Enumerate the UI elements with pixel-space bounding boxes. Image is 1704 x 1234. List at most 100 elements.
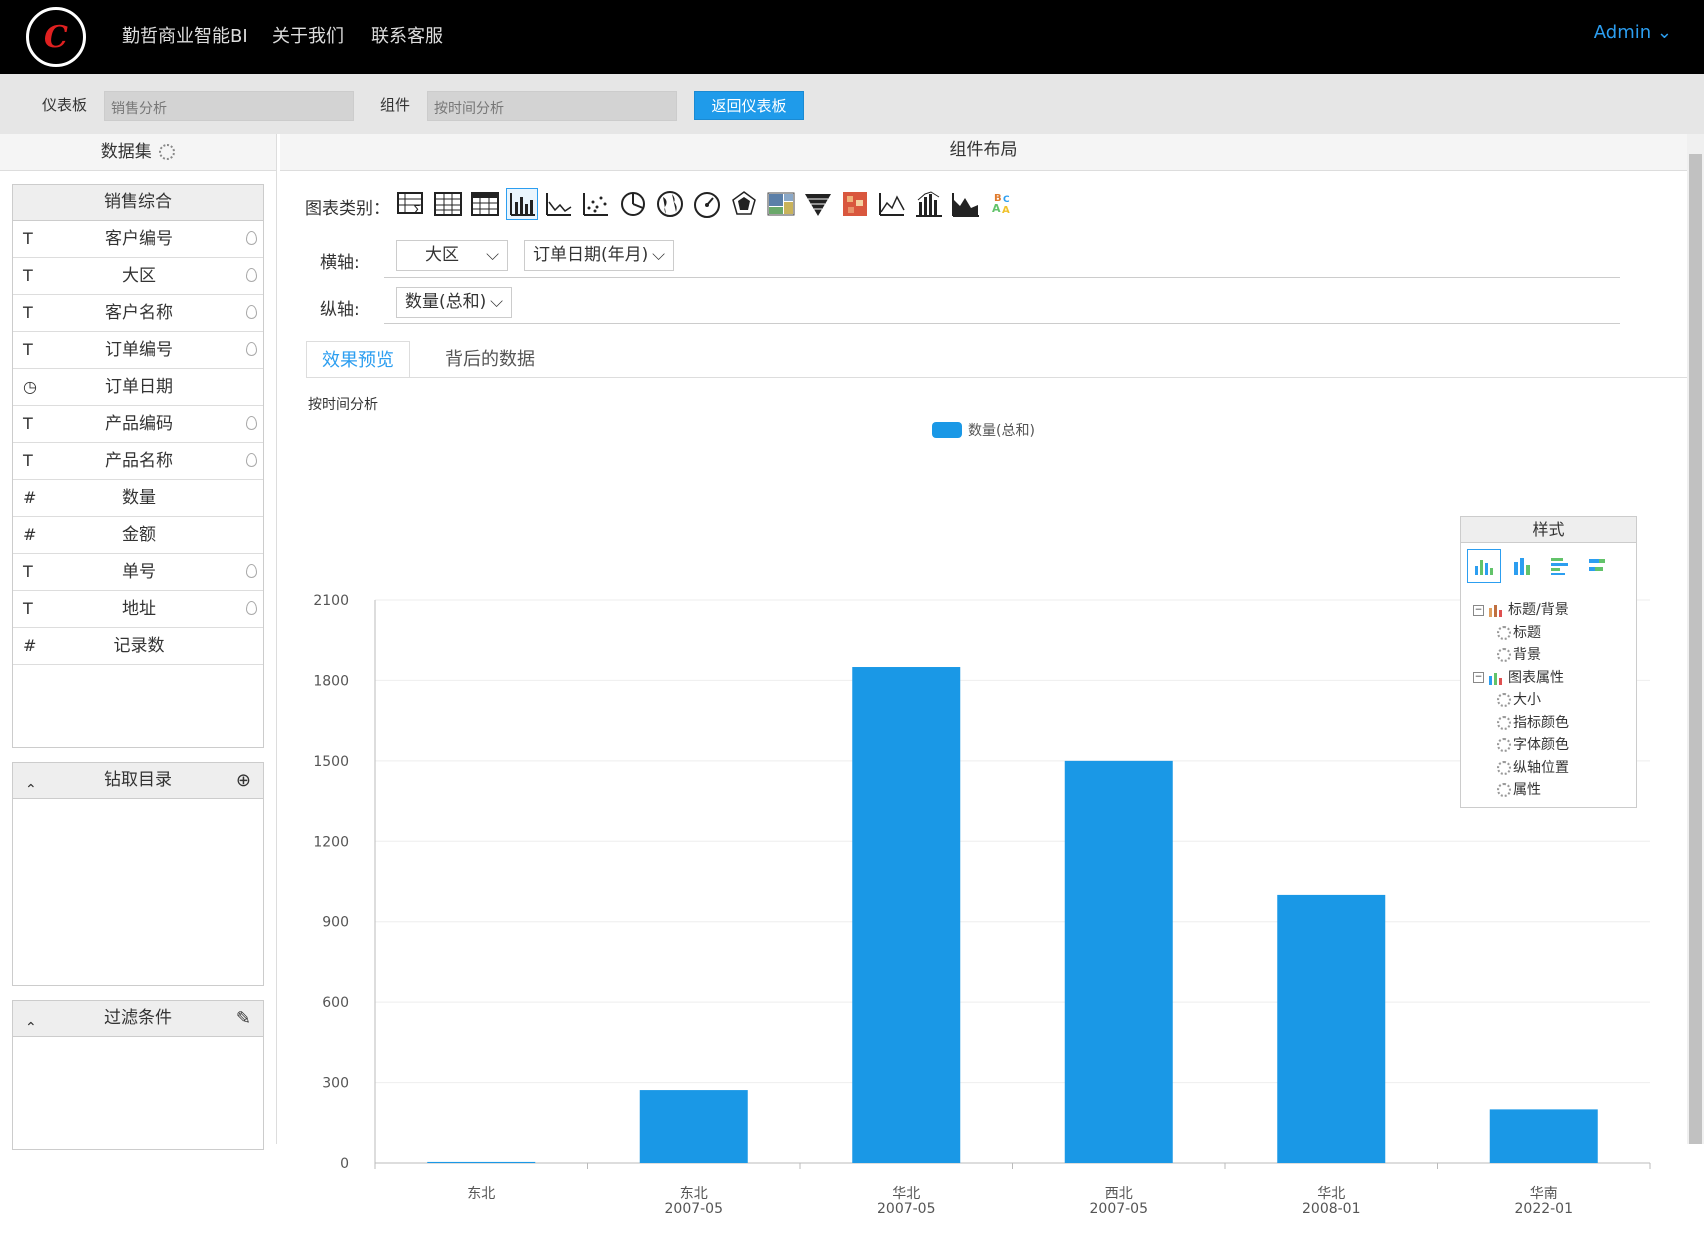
x-axis-field-2-text: 订单日期(年月): [533, 245, 649, 265]
y-tick-label: 1500: [313, 754, 349, 770]
x-tick-label: 华南 2022-01: [1515, 1186, 1574, 1217]
tree-node-item[interactable]: 字体颜色: [1473, 734, 1569, 757]
location-pin-icon[interactable]: [246, 564, 257, 578]
nav-item-about[interactable]: 关于我们: [272, 22, 344, 48]
x-axis-field-1[interactable]: 大区 ⌵: [396, 240, 508, 271]
pie-chart-icon[interactable]: [617, 188, 649, 220]
logo-text: C: [44, 19, 68, 55]
nav-item-contact[interactable]: 联系客服: [371, 22, 443, 48]
gear-icon: [1497, 693, 1511, 707]
field-row[interactable]: ◷ 订单日期: [13, 369, 263, 406]
location-pin-icon[interactable]: [246, 453, 257, 467]
tree-node-group[interactable]: − 标题/背景: [1473, 599, 1569, 622]
location-pin-icon[interactable]: [246, 268, 257, 282]
globe-map-icon[interactable]: [654, 188, 686, 220]
field-row[interactable]: T 地址: [13, 591, 263, 628]
dashboard-label: 仪表板: [42, 96, 88, 114]
field-name: 订单日期: [105, 377, 173, 397]
funnel-icon[interactable]: [802, 188, 834, 220]
logo[interactable]: C: [26, 7, 86, 67]
tree-node-item[interactable]: 背景: [1473, 644, 1569, 667]
component-label: 组件: [380, 96, 411, 114]
field-row[interactable]: T 客户名称: [13, 295, 263, 332]
line-chart-icon[interactable]: [543, 188, 575, 220]
bar-chart-icon[interactable]: [506, 188, 538, 220]
location-pin-icon[interactable]: [246, 342, 257, 356]
y-tick-label: 0: [340, 1156, 349, 1172]
scrollbar-thumb[interactable]: [1689, 154, 1702, 1144]
collapse-icon[interactable]: ⌃: [25, 1011, 37, 1046]
gear-icon: [1497, 715, 1511, 730]
location-pin-icon[interactable]: [246, 231, 257, 245]
field-row[interactable]: T 大区: [13, 258, 263, 295]
svg-text:Σ: Σ: [413, 203, 421, 217]
gauge-icon[interactable]: [691, 188, 723, 220]
tab-data[interactable]: 背后的数据: [430, 341, 550, 378]
location-pin-icon[interactable]: [246, 416, 257, 430]
location-pin-icon[interactable]: [246, 305, 257, 319]
grid-table-icon[interactable]: [432, 188, 464, 220]
tree-node-item[interactable]: 大小: [1473, 689, 1569, 712]
field-row[interactable]: T 产品名称: [13, 443, 263, 480]
scatter-chart-icon[interactable]: [580, 188, 612, 220]
tree-node-item[interactable]: 纵轴位置: [1473, 757, 1569, 780]
mixed-bar-icon[interactable]: [913, 188, 945, 220]
x-axis-field-2[interactable]: 订单日期(年月) ⌵: [524, 240, 674, 271]
field-row[interactable]: T 订单编号: [13, 332, 263, 369]
x-tick-label: 西北 2007-05: [1090, 1186, 1149, 1217]
user-menu[interactable]: Admin ⌄: [1594, 22, 1672, 43]
area-chart-icon[interactable]: [950, 188, 982, 220]
y-axis-field-1[interactable]: 数量(总和) ⌵: [396, 287, 512, 318]
component-input[interactable]: 按时间分析: [427, 91, 677, 121]
collapse-icon[interactable]: −: [1473, 604, 1484, 616]
field-row[interactable]: T 产品编码: [13, 406, 263, 443]
collapse-icon[interactable]: ⌃: [25, 773, 37, 808]
tree-node-item[interactable]: 指标颜色: [1473, 712, 1569, 735]
area-line-icon[interactable]: [876, 188, 908, 220]
field-row[interactable]: T 客户编号: [13, 221, 263, 258]
field-row[interactable]: # 数量: [13, 480, 263, 517]
svg-text:A: A: [992, 202, 1001, 215]
tree-item-label: 大小: [1513, 692, 1541, 708]
field-name: 订单编号: [105, 340, 173, 360]
horizontal-stacked-bar-icon[interactable]: [1581, 549, 1615, 583]
chevron-down-icon: ⌵: [490, 292, 503, 312]
bar: [639, 1090, 748, 1163]
chevron-down-icon: ⌵: [652, 245, 665, 265]
crosstab-icon[interactable]: Σ: [395, 188, 427, 220]
tree-item-label: 背景: [1513, 647, 1541, 663]
y-axis-label: 纵轴:: [320, 300, 360, 320]
drill-header: ⌃ 钻取目录 ⊕: [13, 763, 263, 799]
radar-icon[interactable]: [728, 188, 760, 220]
gear-icon[interactable]: [159, 144, 176, 160]
field-row[interactable]: # 记录数: [13, 628, 263, 665]
y-axis-divider: [384, 323, 1620, 324]
field-name: 记录数: [113, 636, 165, 656]
tree-node-group[interactable]: − 图表属性: [1473, 667, 1569, 690]
back-to-dashboard-button[interactable]: 返回仪表板: [694, 91, 804, 120]
bar: [1277, 894, 1386, 1163]
scrollbar[interactable]: [1687, 134, 1704, 1144]
field-row[interactable]: # 金额: [13, 517, 263, 554]
x-axis-divider: [384, 277, 1620, 278]
dashboard-input[interactable]: 销售分析: [104, 91, 354, 121]
treemap-icon[interactable]: [765, 188, 797, 220]
tree-item-label: 字体颜色: [1513, 737, 1569, 753]
nav-item-home[interactable]: 勤哲商业智能BI: [122, 22, 248, 48]
add-icon[interactable]: ⊕: [236, 763, 251, 798]
stacked-bar-icon[interactable]: [1505, 549, 1539, 583]
field-name: 数量: [122, 488, 156, 508]
table-icon[interactable]: [469, 188, 501, 220]
horizontal-bar-icon[interactable]: [1543, 549, 1577, 583]
edit-icon[interactable]: ✎: [236, 1001, 251, 1036]
tab-preview[interactable]: 效果预览: [306, 341, 410, 378]
word-cloud-icon[interactable]: BCAA: [987, 188, 1019, 220]
tree-node-item[interactable]: 属性: [1473, 779, 1569, 802]
location-pin-icon[interactable]: [246, 601, 257, 615]
chevron-down-icon: ⌵: [486, 245, 499, 265]
field-row[interactable]: T 单号: [13, 554, 263, 591]
vertical-bar-icon[interactable]: [1467, 549, 1501, 583]
heatmap-icon[interactable]: [839, 188, 871, 220]
collapse-icon[interactable]: −: [1473, 672, 1484, 683]
tree-node-item[interactable]: 标题: [1473, 622, 1569, 645]
